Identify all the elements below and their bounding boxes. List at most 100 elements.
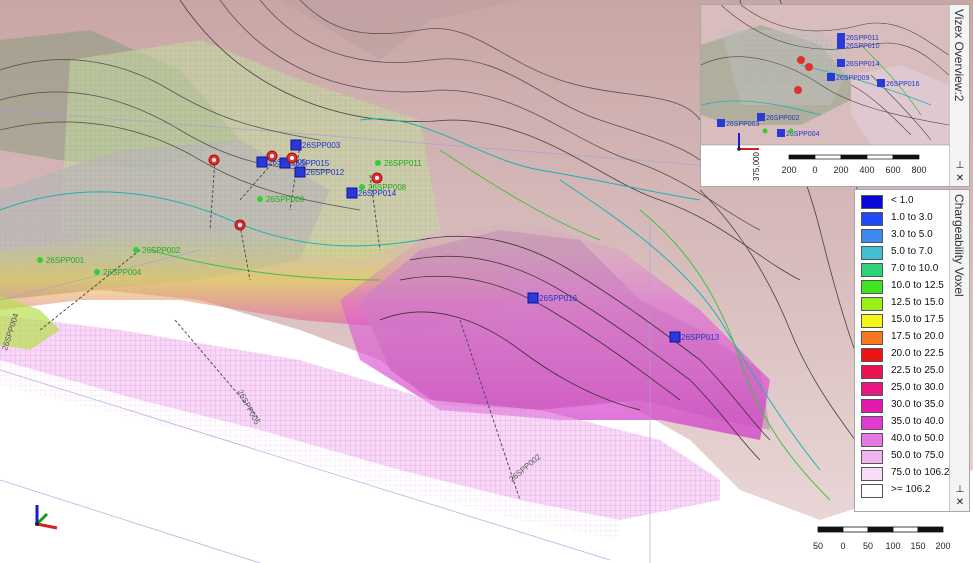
scale-segment — [892, 526, 919, 533]
legend-swatch — [861, 212, 883, 226]
pin-icon[interactable]: ⊥ — [953, 484, 967, 496]
target-marker-icon — [208, 154, 220, 166]
legend-swatch — [861, 399, 883, 413]
pin-icon[interactable]: ⊥ — [953, 160, 967, 172]
legend-label: 20.0 to 22.5 — [891, 348, 944, 359]
legend-label: 5.0 to 7.0 — [891, 246, 933, 257]
legend-swatch — [861, 484, 883, 498]
legend-swatch — [861, 195, 883, 209]
overview-axis-label: 375,000 — [752, 152, 761, 181]
target-marker-icon — [805, 63, 813, 71]
legend-label: 10.0 to 12.5 — [891, 280, 944, 291]
legend-swatch — [861, 416, 883, 430]
overview-collar: 26SPP016 — [877, 79, 920, 88]
legend-swatch — [861, 450, 883, 464]
legend-label: 12.5 to 15.0 — [891, 297, 944, 308]
scale-label: 50 — [813, 541, 823, 551]
3d-viewer[interactable]: 26SPP003 26SPP011 26SPP015 26SPP012 26SPP008… — [0, 0, 973, 563]
collar-dot-icon — [375, 160, 381, 166]
scale-label: 200 — [935, 541, 950, 551]
legend-label: 40.0 to 50.0 — [891, 433, 944, 444]
legend-label: 22.5 to 25.0 — [891, 365, 944, 376]
overview-collar-label: 26SPP016 — [886, 81, 920, 88]
scale-label: 100 — [885, 541, 900, 551]
scale-label: 0 — [840, 541, 845, 551]
collar-square-icon — [837, 41, 845, 49]
scale-segment — [892, 154, 920, 160]
collar-label: 26SPP012 — [306, 168, 345, 177]
collar-label: 26SPP009 — [266, 195, 305, 204]
collar-square-icon — [777, 129, 785, 137]
legend-label: 35.0 to 40.0 — [891, 416, 944, 427]
collar-dot-icon — [788, 128, 794, 134]
scale-label: 600 — [885, 165, 900, 175]
legend-swatch — [861, 280, 883, 294]
overview-collar: 26SPP003 — [717, 119, 760, 128]
legend-swatch — [861, 382, 883, 396]
collar-marker[interactable]: 26SPP003 — [290, 139, 341, 151]
legend-label: 15.0 to 17.5 — [891, 314, 944, 325]
legend-label: 7.0 to 10.0 — [891, 263, 939, 274]
scale-label: 0 — [812, 165, 817, 175]
scale-segment — [840, 154, 868, 160]
collar-square-icon — [837, 59, 845, 67]
collar-dot-icon — [257, 196, 263, 202]
legend-label: 25.0 to 30.0 — [891, 382, 944, 393]
scale-label: 800 — [911, 165, 926, 175]
scale-segment — [817, 526, 844, 533]
scale-label: 400 — [859, 165, 874, 175]
overview-title: Vizex Overview:2 — [952, 9, 966, 102]
legend-label: 75.0 to 106.2 — [891, 467, 950, 478]
collar-square-icon — [527, 292, 539, 304]
legend-swatch — [861, 314, 883, 328]
collar-dot-icon — [133, 247, 139, 253]
scale-segment — [866, 154, 894, 160]
collar-square-icon — [717, 119, 725, 127]
collar-marker[interactable]: 26SPP014 — [346, 187, 397, 199]
collar-label: 26SPP016 — [539, 294, 578, 303]
legend-panel[interactable]: < 1.0 1.0 to 3.0 3.0 to 5.0 5.0 to 7.0 7.0 t… — [854, 189, 970, 512]
overview-collar: 26SPP009 — [827, 73, 870, 82]
collar-square-icon — [827, 73, 835, 81]
legend-swatch — [861, 297, 883, 311]
legend-swatch — [861, 365, 883, 379]
collar-square-icon — [669, 331, 681, 343]
overview-tab: Vizex Overview:2 ⊥ ✕ — [949, 5, 969, 186]
scale-label: 150 — [910, 541, 925, 551]
collar-square-icon — [290, 139, 302, 151]
overview-collar: 26SPP010 — [837, 41, 880, 50]
legend-swatch — [861, 331, 883, 345]
target-marker-icon — [234, 219, 246, 231]
collar-marker[interactable]: 26SPP016 — [527, 292, 578, 304]
overview-collar-label: 26SPP010 — [846, 43, 880, 50]
collar-label: 26SPP001 — [46, 256, 85, 265]
legend-label: 30.0 to 35.0 — [891, 399, 944, 410]
collar-label: 26SPP002 — [142, 246, 181, 255]
target-marker-icon — [797, 56, 805, 64]
scale-label: 200 — [833, 165, 848, 175]
legend-swatch — [861, 467, 883, 481]
overview-map[interactable]: 26SPP01126SPP010 26SPP014 26SPP009 26SPP016… — [701, 5, 949, 186]
legend-label: 1.0 to 3.0 — [891, 212, 933, 223]
scale-segment — [788, 154, 816, 160]
legend-label: >= 106.2 — [891, 484, 931, 495]
scale-segment — [867, 526, 894, 533]
overview-panel[interactable]: 26SPP011 26SPP010 26SPP014 26SPP009 26SPP016… — [700, 4, 970, 187]
collar-marker[interactable]: 26SPP013 — [669, 331, 720, 343]
overview-collar-label: 26SPP014 — [846, 61, 880, 68]
collar-square-icon — [346, 187, 358, 199]
collar-marker[interactable]: 26SPP012 — [294, 166, 345, 178]
collar-square-icon — [757, 113, 765, 121]
overview-collar-label: 26SPP002 — [766, 115, 800, 122]
close-icon[interactable]: ✕ — [953, 497, 967, 509]
legend-swatch — [861, 263, 883, 277]
overview-collar-label: 26SPP011 — [846, 35, 879, 42]
legend-swatch — [861, 433, 883, 447]
target-marker-icon — [266, 150, 278, 162]
close-icon[interactable]: ✕ — [953, 173, 967, 185]
collar-marker[interactable]: 26SPP005 — [256, 156, 307, 168]
overview-collar: 26SPP002 — [757, 113, 800, 122]
legend-swatch — [861, 229, 883, 243]
collar-square-icon — [877, 79, 885, 87]
legend-label: 50.0 to 75.0 — [891, 450, 944, 461]
